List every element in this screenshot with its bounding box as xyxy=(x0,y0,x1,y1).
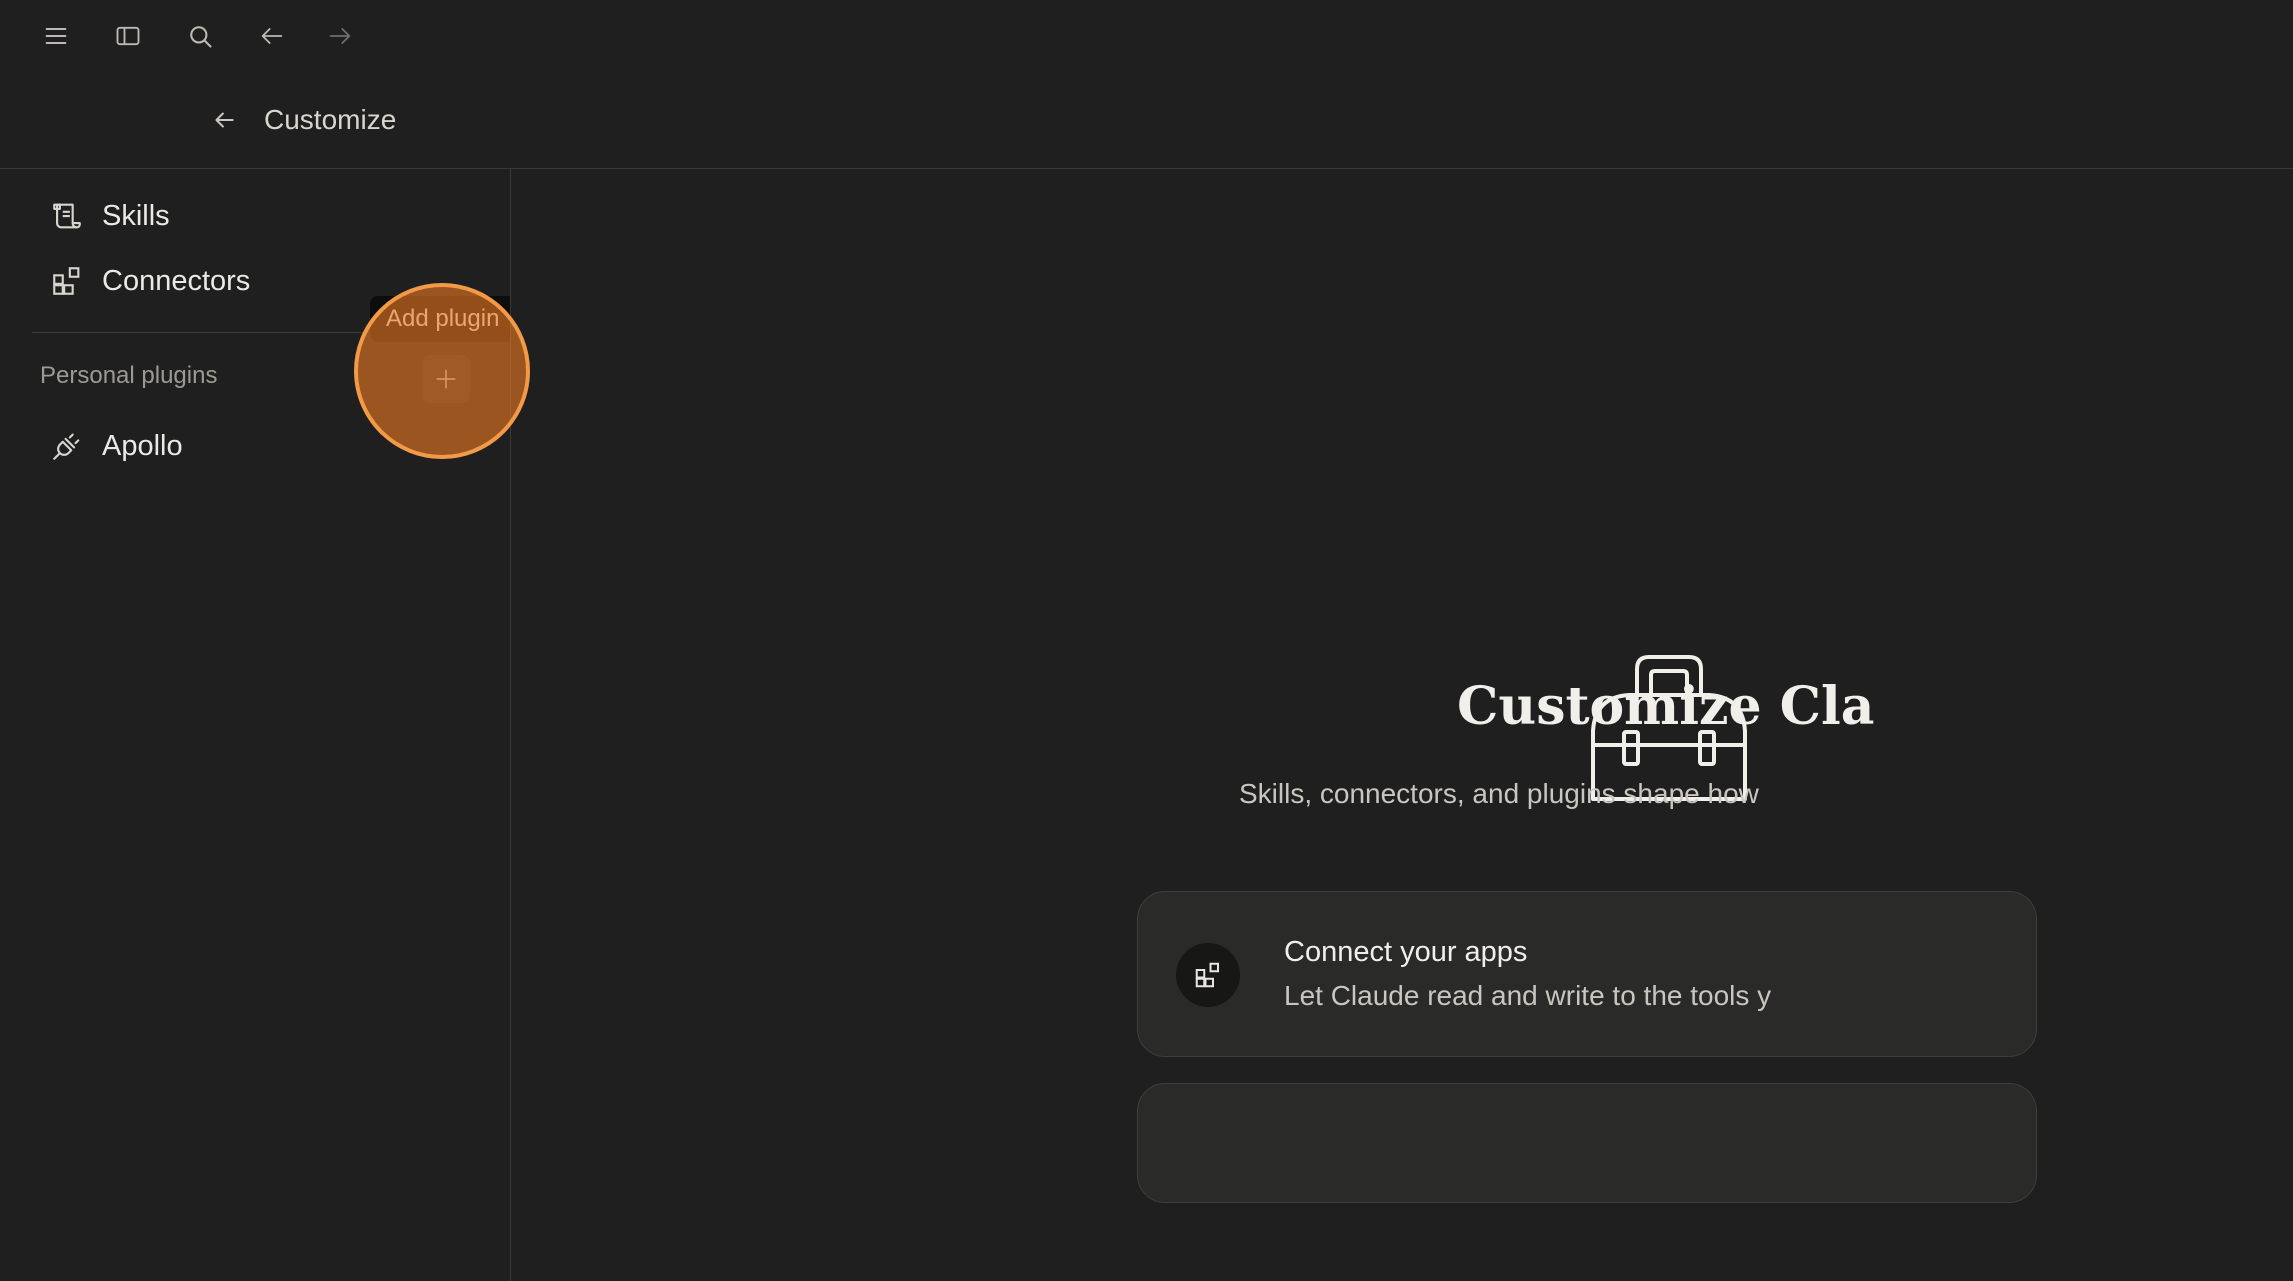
card-description: Let Claude read and write to the tools y xyxy=(1284,980,1772,1011)
next-card[interactable] xyxy=(1137,1083,2037,1203)
page-header: Customize xyxy=(0,82,2293,169)
page-title: Customize xyxy=(264,104,397,135)
back-arrow-icon[interactable] xyxy=(206,102,242,138)
hamburger-menu-icon[interactable] xyxy=(38,18,74,54)
main-content: Customize Cla Skills, connectors, and pl… xyxy=(511,169,2293,1281)
add-plugin-button[interactable] xyxy=(422,355,470,403)
connectors-grid-icon xyxy=(32,264,102,298)
sidebar-item-label: Connectors xyxy=(102,264,251,297)
connectors-grid-icon xyxy=(1176,943,1240,1007)
connect-apps-card[interactable]: Connect your apps Let Claude read and wr… xyxy=(1137,891,2037,1057)
card-title: Connect your apps xyxy=(1284,936,1528,968)
hero-title: Customize Cla xyxy=(1457,676,1875,737)
skills-scroll-icon xyxy=(32,199,102,233)
plug-icon xyxy=(32,429,102,463)
arrow-right-icon[interactable] xyxy=(322,18,358,54)
search-icon[interactable] xyxy=(182,18,218,54)
sidebar-item-skills[interactable]: Skills xyxy=(32,188,452,244)
top-bar xyxy=(0,0,2293,72)
sidebar-toggle-icon[interactable] xyxy=(110,18,146,54)
arrow-left-icon[interactable] xyxy=(254,18,290,54)
hero-subtitle: Skills, connectors, and plugins shape ho… xyxy=(1239,778,1759,809)
add-plugin-tooltip: Add plugin xyxy=(370,296,510,342)
section-label-personal-plugins: Personal plugins xyxy=(40,362,218,389)
tooltip-clip: Add plugin xyxy=(362,296,510,342)
sidebar-item-apollo[interactable]: Apollo xyxy=(32,418,452,474)
sidebar-item-label: Skills xyxy=(102,199,170,232)
sidebar-item-label: Apollo xyxy=(102,429,183,462)
